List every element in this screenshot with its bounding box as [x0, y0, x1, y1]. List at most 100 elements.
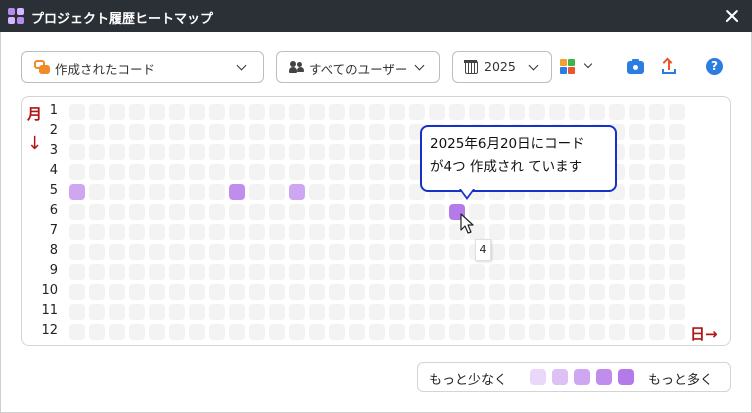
heatmap-cell[interactable]	[309, 184, 325, 200]
heatmap-cell[interactable]	[389, 184, 405, 200]
heatmap-cell[interactable]	[389, 204, 405, 220]
heatmap-cell[interactable]	[649, 324, 665, 340]
heatmap-cell[interactable]	[549, 204, 565, 220]
heatmap-cell[interactable]	[169, 184, 185, 200]
heatmap-cell[interactable]	[189, 244, 205, 260]
heatmap-cell[interactable]	[449, 304, 465, 320]
heatmap-cell[interactable]	[169, 284, 185, 300]
heatmap-cell[interactable]	[449, 284, 465, 300]
heatmap-cell[interactable]	[469, 104, 485, 120]
heatmap-cell[interactable]	[109, 124, 125, 140]
heatmap-cell[interactable]	[629, 224, 645, 240]
heatmap-cell[interactable]	[249, 244, 265, 260]
heatmap-cell[interactable]	[429, 304, 445, 320]
heatmap-cell[interactable]	[489, 324, 505, 340]
heatmap-cell[interactable]	[429, 244, 445, 260]
heatmap-cell[interactable]	[69, 204, 85, 220]
heatmap-cell[interactable]	[209, 324, 225, 340]
camera-icon[interactable]	[627, 58, 645, 76]
heatmap-cell[interactable]	[169, 304, 185, 320]
heatmap-cell[interactable]	[489, 304, 505, 320]
heatmap-cell[interactable]	[589, 264, 605, 280]
heatmap-cell[interactable]	[269, 124, 285, 140]
heatmap-cell[interactable]	[669, 204, 685, 220]
heatmap-cell[interactable]	[669, 244, 685, 260]
heatmap-cell[interactable]	[269, 224, 285, 240]
heatmap-cell[interactable]	[569, 304, 585, 320]
heatmap-cell[interactable]	[349, 164, 365, 180]
heatmap-cell[interactable]	[669, 184, 685, 200]
heatmap-cell[interactable]	[89, 324, 105, 340]
heatmap-cell[interactable]	[549, 264, 565, 280]
heatmap-cell[interactable]	[669, 104, 685, 120]
heatmap-cell[interactable]	[389, 264, 405, 280]
heatmap-cell[interactable]	[369, 224, 385, 240]
heatmap-cell[interactable]	[309, 264, 325, 280]
help-icon[interactable]: ?	[706, 58, 723, 75]
heatmap-cell[interactable]	[109, 184, 125, 200]
heatmap-cell[interactable]	[189, 324, 205, 340]
heatmap-cell[interactable]	[269, 204, 285, 220]
heatmap-cell[interactable]	[249, 284, 265, 300]
heatmap-cell[interactable]	[369, 284, 385, 300]
heatmap-cell[interactable]	[409, 284, 425, 300]
heatmap-cell[interactable]	[609, 104, 625, 120]
heatmap-cell[interactable]	[469, 264, 485, 280]
heatmap-cell[interactable]	[549, 224, 565, 240]
heatmap-cell[interactable]	[669, 324, 685, 340]
heatmap-cell[interactable]	[249, 224, 265, 240]
heatmap-cell[interactable]	[209, 164, 225, 180]
heatmap-cell[interactable]	[89, 204, 105, 220]
heatmap-cell[interactable]	[309, 124, 325, 140]
heatmap-cell[interactable]	[149, 304, 165, 320]
heatmap-cell[interactable]	[269, 304, 285, 320]
heatmap-cell[interactable]	[229, 324, 245, 340]
heatmap-cell[interactable]	[149, 284, 165, 300]
heatmap-cell[interactable]	[249, 164, 265, 180]
heatmap-cell[interactable]	[409, 244, 425, 260]
heatmap-cell[interactable]	[249, 264, 265, 280]
heatmap-cell[interactable]	[409, 324, 425, 340]
heatmap-cell[interactable]	[589, 244, 605, 260]
heatmap-cell[interactable]	[189, 224, 205, 240]
heatmap-cell[interactable]	[369, 104, 385, 120]
heatmap-cell[interactable]	[509, 224, 525, 240]
heatmap-cell[interactable]	[69, 104, 85, 120]
heatmap-cell[interactable]	[569, 264, 585, 280]
heatmap-cell[interactable]	[229, 244, 245, 260]
heatmap-cell[interactable]	[189, 104, 205, 120]
heatmap-cell[interactable]	[289, 164, 305, 180]
heatmap-cell[interactable]	[629, 164, 645, 180]
heatmap-cell[interactable]	[109, 304, 125, 320]
heatmap-cell[interactable]	[69, 164, 85, 180]
heatmap-cell[interactable]	[249, 144, 265, 160]
heatmap-cell[interactable]	[229, 204, 245, 220]
heatmap-cell[interactable]	[109, 104, 125, 120]
heatmap-cell[interactable]	[649, 264, 665, 280]
heatmap-cell[interactable]	[349, 324, 365, 340]
heatmap-cell[interactable]	[129, 204, 145, 220]
heatmap-cell[interactable]	[489, 284, 505, 300]
heatmap-cell[interactable]	[169, 224, 185, 240]
heatmap-cell[interactable]	[509, 324, 525, 340]
heatmap-cell[interactable]	[89, 164, 105, 180]
heatmap-cell[interactable]	[229, 164, 245, 180]
heatmap-cell[interactable]	[649, 204, 665, 220]
heatmap-cell[interactable]	[329, 304, 345, 320]
heatmap-cell[interactable]	[609, 204, 625, 220]
heatmap-cell[interactable]	[249, 124, 265, 140]
heatmap-cell[interactable]	[629, 204, 645, 220]
heatmap-cell[interactable]	[89, 264, 105, 280]
heatmap-cell[interactable]	[429, 264, 445, 280]
heatmap-cell[interactable]	[529, 324, 545, 340]
heatmap-cell[interactable]	[69, 224, 85, 240]
heatmap-cell[interactable]	[589, 104, 605, 120]
heatmap-cell[interactable]	[249, 184, 265, 200]
heatmap-cell[interactable]	[169, 204, 185, 220]
heatmap-cell[interactable]	[229, 104, 245, 120]
heatmap-cell[interactable]	[109, 284, 125, 300]
heatmap-cell[interactable]	[169, 264, 185, 280]
heatmap-cell[interactable]	[649, 184, 665, 200]
heatmap-cell[interactable]	[169, 244, 185, 260]
heatmap-cell[interactable]	[349, 284, 365, 300]
